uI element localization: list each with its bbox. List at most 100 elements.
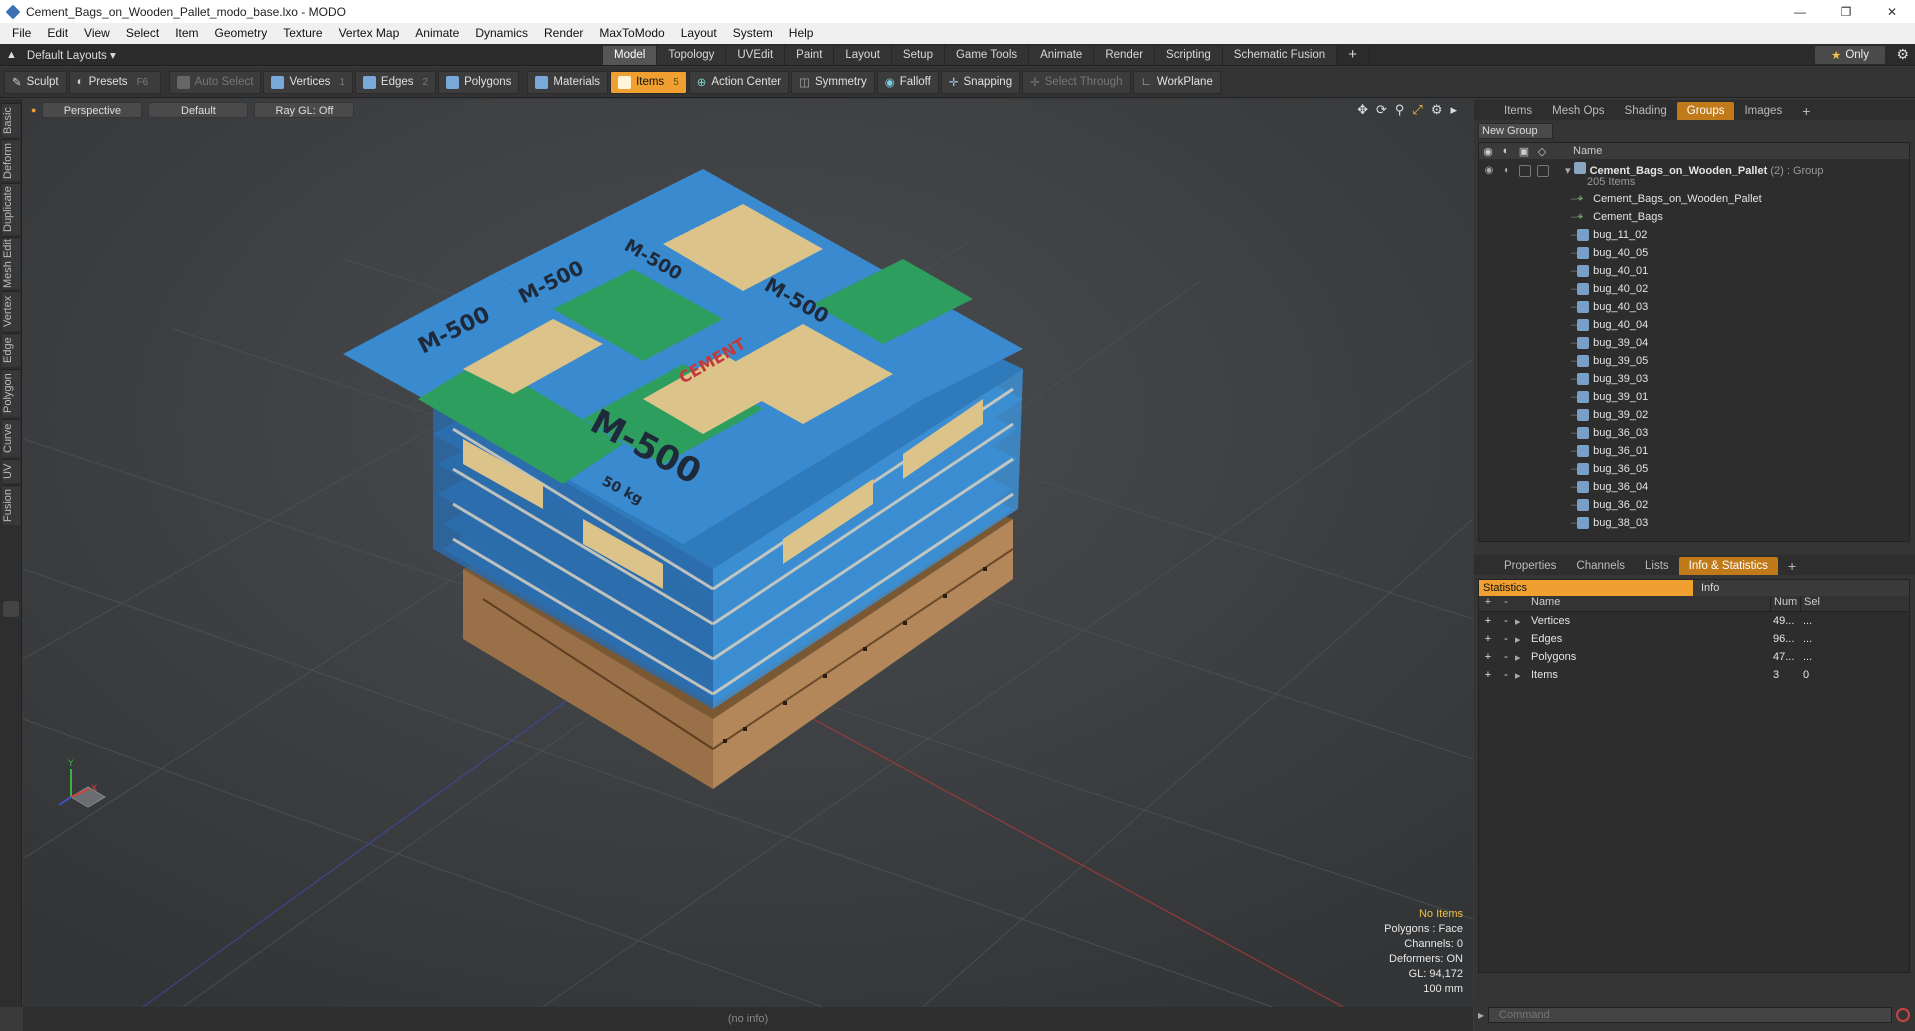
group-item-row[interactable]: – ⌖ Cement_Bags bbox=[1479, 208, 1909, 226]
materials-button[interactable]: Materials bbox=[527, 70, 609, 94]
panel-toggle-button[interactable] bbox=[3, 601, 19, 617]
tab-shading[interactable]: Shading bbox=[1615, 102, 1677, 120]
tab-render[interactable]: Render bbox=[1094, 46, 1156, 65]
group-item-row[interactable]: – bug_36_04 bbox=[1479, 478, 1909, 496]
tab-scripting[interactable]: Scripting bbox=[1155, 46, 1223, 65]
group-item-row[interactable]: – bug_11_02 bbox=[1479, 226, 1909, 244]
info-tab[interactable]: Info bbox=[1693, 580, 1909, 596]
tab-layout[interactable]: Layout bbox=[834, 46, 892, 65]
expand-arrow-icon[interactable]: ▸ bbox=[1515, 651, 1531, 664]
tab-uvedit[interactable]: UVEdit bbox=[726, 46, 786, 65]
tab-info-statistics[interactable]: Info & Statistics bbox=[1678, 557, 1778, 575]
group-item-row[interactable]: – bug_38_03 bbox=[1479, 514, 1909, 532]
tab-groups[interactable]: Groups bbox=[1676, 102, 1735, 120]
statistics-tab[interactable]: Statistics bbox=[1479, 580, 1693, 596]
group-item-row[interactable]: – bug_40_01 bbox=[1479, 262, 1909, 280]
tab-animate[interactable]: Animate bbox=[1029, 46, 1095, 65]
vtab-deform[interactable]: Deform bbox=[2, 139, 20, 181]
workplane-button[interactable]: ∟ WorkPlane bbox=[1132, 70, 1221, 94]
menu-view[interactable]: View bbox=[76, 23, 118, 44]
close-icon[interactable]: ✕ bbox=[1869, 0, 1915, 23]
menu-vertex-map[interactable]: Vertex Map bbox=[331, 23, 408, 44]
tab-game-tools[interactable]: Game Tools bbox=[944, 46, 1030, 65]
menu-dynamics[interactable]: Dynamics bbox=[467, 23, 536, 44]
menu-geometry[interactable]: Geometry bbox=[207, 23, 276, 44]
tab-properties[interactable]: Properties bbox=[1494, 557, 1566, 575]
tab-topology[interactable]: Topology bbox=[657, 46, 727, 65]
viewport-menu-arrow-icon[interactable]: ▸ bbox=[1450, 102, 1457, 118]
menu-system[interactable]: System bbox=[725, 23, 781, 44]
stats-row-vertices[interactable]: + - ▸ Vertices 49... ... bbox=[1479, 612, 1909, 630]
eye-icon[interactable]: ◉ bbox=[1483, 165, 1495, 177]
lock-col-icon[interactable]: ▣ bbox=[1515, 145, 1533, 158]
add-icon[interactable]: + bbox=[1479, 669, 1497, 681]
render-icon[interactable]: ◐ bbox=[1501, 165, 1513, 177]
group-root-row[interactable]: ◉ ◐ ▾ Cement_Bags_on_Wooden_Pallet (2) :… bbox=[1479, 161, 1909, 188]
stats-row-polygons[interactable]: + - ▸ Polygons 47... ... bbox=[1479, 648, 1909, 666]
vtab-basic[interactable]: Basic bbox=[2, 103, 20, 137]
menu-maxtomodo[interactable]: MaxToModo bbox=[591, 23, 672, 44]
tab-mesh-ops[interactable]: Mesh Ops bbox=[1542, 102, 1614, 120]
expand-arrow-icon[interactable]: ▸ bbox=[1515, 615, 1531, 628]
tab-channels[interactable]: Channels bbox=[1566, 557, 1635, 575]
restore-icon[interactable]: ❐ bbox=[1823, 0, 1869, 23]
symmetry-button[interactable]: ◫ Symmetry bbox=[791, 70, 875, 94]
command-input[interactable] bbox=[1488, 1007, 1892, 1023]
expand-arrow-icon[interactable]: ▸ bbox=[1515, 669, 1531, 682]
render-col-icon[interactable]: ◐ bbox=[1497, 145, 1515, 157]
group-item-row[interactable]: – ⌖ Cement_Bags_on_Wooden_Pallet bbox=[1479, 190, 1909, 208]
vtab-mesh-edit[interactable]: Mesh Edit bbox=[2, 237, 20, 289]
add-icon[interactable]: + bbox=[1479, 633, 1497, 645]
edges-button[interactable]: Edges 2 bbox=[354, 70, 437, 94]
shading-default-button[interactable]: Default bbox=[148, 102, 249, 118]
select-col-icon[interactable]: ◇ bbox=[1533, 145, 1551, 158]
tab-model[interactable]: Model bbox=[603, 46, 658, 65]
menu-texture[interactable]: Texture bbox=[275, 23, 330, 44]
group-item-row[interactable]: – bug_40_04 bbox=[1479, 316, 1909, 334]
vtab-uv[interactable]: UV bbox=[2, 459, 20, 483]
add-icon[interactable]: + bbox=[1479, 651, 1497, 663]
group-item-row[interactable]: – bug_40_02 bbox=[1479, 280, 1909, 298]
group-item-row[interactable]: – bug_39_03 bbox=[1479, 370, 1909, 388]
select-through-button[interactable]: ✛ Select Through bbox=[1022, 70, 1131, 94]
snapping-button[interactable]: ✛ Snapping bbox=[940, 70, 1021, 94]
vtab-duplicate[interactable]: Duplicate bbox=[2, 183, 20, 235]
group-item-row[interactable]: – bug_36_02 bbox=[1479, 496, 1909, 514]
zoom-view-icon[interactable]: ⚲ bbox=[1395, 102, 1405, 118]
polygons-button[interactable]: Polygons bbox=[438, 70, 520, 94]
select-checkbox[interactable] bbox=[1537, 165, 1549, 177]
remove-col-icon[interactable]: - bbox=[1497, 596, 1515, 611]
raygl-button[interactable]: Ray GL: Off bbox=[254, 102, 355, 118]
remove-icon[interactable]: - bbox=[1497, 633, 1515, 645]
vtab-polygon[interactable]: Polygon bbox=[2, 369, 20, 417]
group-item-row[interactable]: – bug_39_04 bbox=[1479, 334, 1909, 352]
group-item-row[interactable]: – bug_39_02 bbox=[1479, 406, 1909, 424]
3d-viewport[interactable]: M-500 50 kg M-500 M-500 M-500 M-500 CEME… bbox=[23, 99, 1473, 1007]
new-group-button[interactable]: New Group bbox=[1478, 123, 1553, 139]
presets-button[interactable]: ◐ Presets F6 bbox=[68, 70, 161, 94]
tab-items[interactable]: Items bbox=[1494, 102, 1542, 120]
lock-checkbox[interactable] bbox=[1519, 165, 1531, 177]
move-view-icon[interactable]: ✥ bbox=[1357, 102, 1368, 118]
group-item-row[interactable]: – bug_39_05 bbox=[1479, 352, 1909, 370]
remove-icon[interactable]: - bbox=[1497, 669, 1515, 681]
record-icon[interactable] bbox=[1896, 1008, 1910, 1022]
auto-select-button[interactable]: Auto Select bbox=[168, 70, 262, 94]
rotate-view-icon[interactable]: ⟳ bbox=[1376, 102, 1387, 118]
vtab-curve[interactable]: Curve bbox=[2, 419, 20, 457]
falloff-button[interactable]: ◉ Falloff bbox=[876, 70, 939, 94]
menu-file[interactable]: File bbox=[4, 23, 39, 44]
menu-animate[interactable]: Animate bbox=[407, 23, 467, 44]
menu-item[interactable]: Item bbox=[167, 23, 206, 44]
vtab-vertex[interactable]: Vertex bbox=[2, 291, 20, 331]
add-col-icon[interactable]: + bbox=[1479, 596, 1497, 611]
tab-setup[interactable]: Setup bbox=[891, 46, 945, 65]
menu-help[interactable]: Help bbox=[781, 23, 822, 44]
default-layouts-dropdown[interactable]: Default Layouts ▾ bbox=[27, 48, 116, 62]
group-item-row[interactable]: – bug_36_01 bbox=[1479, 442, 1909, 460]
menu-edit[interactable]: Edit bbox=[39, 23, 76, 44]
items-button[interactable]: Items 5 bbox=[610, 70, 687, 94]
fit-view-icon[interactable]: ⤢ bbox=[1412, 102, 1422, 118]
visibility-col-icon[interactable]: ◉ bbox=[1479, 145, 1497, 158]
sculpt-button[interactable]: ✎ Sculpt bbox=[4, 70, 67, 94]
